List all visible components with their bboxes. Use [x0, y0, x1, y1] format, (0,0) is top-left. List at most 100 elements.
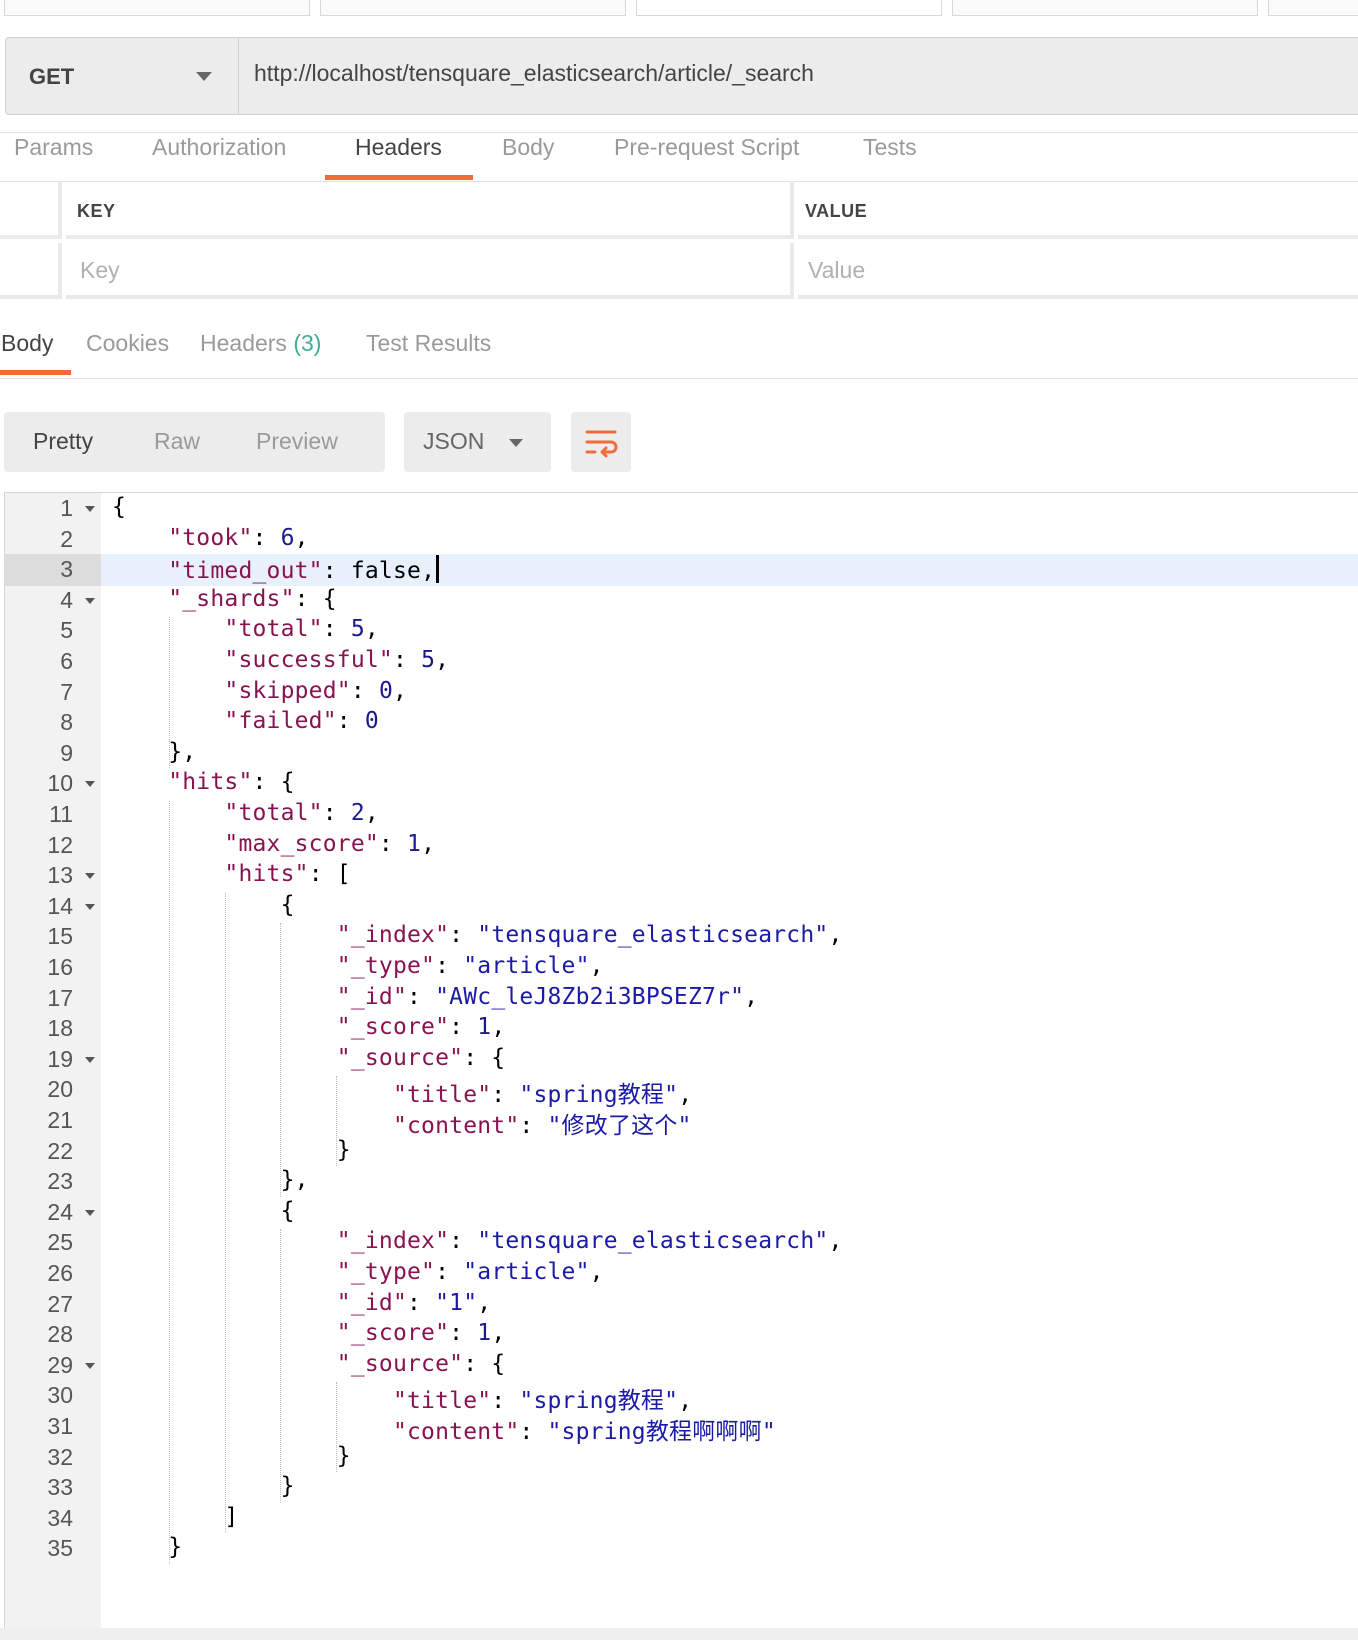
wrap-lines-button[interactable] [571, 412, 631, 472]
code-line[interactable]: 33 } [5, 1472, 1358, 1504]
code-line[interactable]: 35 } [5, 1533, 1358, 1565]
line-number-cell: 12 [5, 830, 101, 862]
line-number-cell: 23 [5, 1166, 101, 1198]
fold-arrow-icon[interactable] [85, 873, 95, 880]
code-text: "_score": 1, [336, 1320, 506, 1347]
code-line[interactable]: 21 "content": "修改了这个" [5, 1105, 1358, 1139]
code-line[interactable]: 7 "skipped": 0, [5, 677, 1358, 709]
view-preview-button[interactable]: Preview [256, 428, 338, 455]
line-number-cell: 16 [5, 952, 101, 984]
code-line[interactable]: 25 "_index": "tensquare_elasticsearch", [5, 1227, 1358, 1259]
view-pretty-button[interactable]: Pretty [33, 428, 93, 455]
code-line[interactable]: 15 "_index": "tensquare_elasticsearch", [5, 921, 1358, 953]
code-line[interactable]: 29 "_source": { [5, 1350, 1358, 1382]
fold-arrow-icon[interactable] [85, 903, 95, 910]
line-number: 5 [60, 617, 73, 644]
code-line[interactable]: 13 "hits": [ [5, 860, 1358, 892]
line-number: 16 [47, 954, 73, 980]
code-line[interactable]: 14 { [5, 891, 1358, 923]
code-line[interactable]: 17 "_id": "AWc_leJ8Zb2i3BPSEZ7r", [5, 983, 1358, 1015]
code-line[interactable]: 27 "_id": "1", [5, 1289, 1358, 1321]
code-line[interactable]: 10 "hits": { [5, 768, 1358, 800]
line-number: 20 [47, 1076, 73, 1103]
code-line[interactable]: 16 "_type": "article", [5, 952, 1358, 984]
code-line[interactable]: 34 ] [5, 1503, 1358, 1535]
indent-guide [169, 617, 171, 769]
line-number-cell: 4 [5, 585, 101, 617]
code-line[interactable]: 23 }, [5, 1166, 1358, 1198]
code-line[interactable]: 18 "_score": 1, [5, 1013, 1358, 1045]
code-line[interactable]: 31 "content": "spring教程啊啊啊" [5, 1411, 1358, 1445]
code-line[interactable]: 12 "max_score": 1, [5, 830, 1358, 862]
code-text: "took": 6, [168, 524, 309, 551]
line-number-cell: 9 [5, 738, 101, 770]
key-input[interactable]: Key [66, 243, 794, 299]
row-handle-cell [0, 243, 62, 299]
fold-arrow-icon[interactable] [85, 506, 95, 512]
format-select[interactable]: JSON [404, 412, 551, 472]
method-label: GET [29, 64, 75, 89]
response-body-editor[interactable]: 1{2 "took": 6, 3 "timed_out": false, 4 "_s… [4, 492, 1358, 1640]
dropdown-caret-icon [509, 439, 523, 447]
fold-arrow-icon[interactable] [85, 1362, 95, 1369]
line-number-cell: 14 [5, 891, 101, 923]
code-line[interactable]: 9 }, [5, 738, 1358, 770]
code-line[interactable]: 28 "_score": 1, [5, 1319, 1358, 1351]
code-line[interactable]: 3 "timed_out": false, [5, 554, 1358, 587]
fold-arrow-icon[interactable] [85, 1209, 95, 1216]
line-number: 29 [47, 1351, 73, 1378]
code-text: "_type": "article", [336, 1259, 604, 1285]
line-number-cell: 2 [5, 524, 101, 556]
code-line[interactable]: 20 "title": "spring教程", [5, 1074, 1358, 1108]
code-line[interactable]: 6 "successful": 5, [5, 646, 1358, 678]
line-number: 7 [60, 678, 73, 705]
code-line[interactable]: 19 "_source": { [5, 1044, 1358, 1076]
line-number: 21 [47, 1107, 73, 1133]
request-tab[interactable] [952, 0, 1258, 16]
fold-arrow-icon[interactable] [85, 597, 95, 604]
code-text: "hits": [ [224, 861, 351, 888]
tab-pre-request-script[interactable]: Pre-request Script [614, 133, 799, 179]
code-line[interactable]: 26 "_type": "article", [5, 1258, 1358, 1290]
view-raw-button[interactable]: Raw [154, 428, 200, 455]
fold-arrow-icon[interactable] [85, 781, 95, 788]
code-line[interactable]: 5 "total": 5, [5, 615, 1358, 647]
request-tab[interactable] [320, 0, 626, 16]
tab-authorization[interactable]: Authorization [152, 133, 286, 179]
response-tab-body[interactable]: Body [1, 330, 53, 357]
code-line[interactable]: 30 "title": "spring教程", [5, 1380, 1358, 1414]
code-line[interactable]: 4 "_shards": { [5, 585, 1358, 617]
request-tab[interactable] [636, 0, 942, 16]
response-tab-headers[interactable]: Headers (3) [200, 330, 321, 357]
code-text: "max_score": 1, [224, 830, 436, 857]
response-tab-cookies[interactable]: Cookies [86, 330, 169, 357]
tab-params[interactable]: Params [14, 133, 93, 179]
tab-tests[interactable]: Tests [863, 133, 917, 179]
line-number: 1 [60, 495, 73, 521]
value-input[interactable]: Value [798, 243, 1358, 299]
tab-headers[interactable]: Headers [355, 133, 442, 179]
fold-arrow-icon[interactable] [85, 1056, 95, 1063]
request-tab[interactable] [4, 0, 310, 16]
code-text: "_source": { [336, 1350, 506, 1377]
request-tab[interactable] [1268, 0, 1358, 16]
code-text: }, [112, 1167, 309, 1194]
code-text: } [112, 1442, 351, 1469]
line-number-cell: 20 [5, 1074, 101, 1106]
tab-body[interactable]: Body [502, 133, 554, 179]
code-line[interactable]: 24 { [5, 1197, 1358, 1229]
code-line[interactable]: 32 } [5, 1442, 1358, 1474]
url-input[interactable]: http://localhost/tensquare_elasticsearch… [254, 60, 814, 87]
code-line[interactable]: 11 "total": 2, [5, 799, 1358, 831]
line-number-cell: 30 [5, 1380, 101, 1412]
code-text: ] [112, 1503, 239, 1530]
code-line[interactable]: 2 "took": 6, [5, 524, 1358, 556]
line-number: 2 [60, 525, 73, 552]
response-tab-test-results[interactable]: Test Results [366, 330, 491, 357]
code-line[interactable]: 22 } [5, 1136, 1358, 1168]
code-line[interactable]: 1{ [5, 493, 1358, 525]
line-number-cell: 24 [5, 1197, 101, 1229]
code-text: }, [112, 738, 197, 765]
code-line[interactable]: 8 "failed": 0 [5, 707, 1358, 739]
method-select[interactable]: GET [6, 38, 239, 114]
